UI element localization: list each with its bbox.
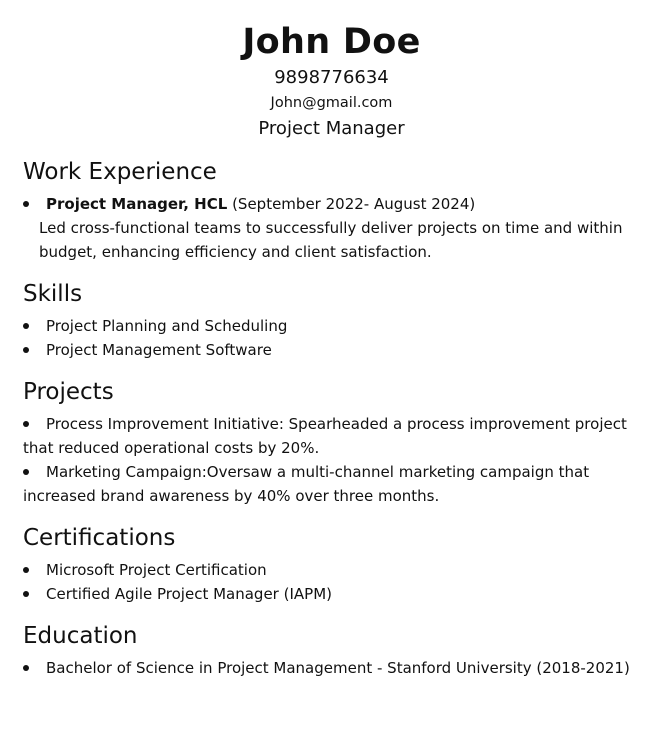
- education-list: Bachelor of Science in Project Managemen…: [23, 656, 646, 680]
- work-experience-section: Work Experience Project Manager, HCL (Se…: [23, 156, 646, 264]
- section-title-education: Education: [23, 623, 138, 649]
- skills-list: Project Planning and Scheduling Project …: [23, 314, 646, 362]
- skill-label: Project Management Software: [46, 341, 272, 359]
- certification-item: Microsoft Project Certification: [23, 558, 646, 582]
- project-description: Marketing Campaign:Oversaw a multi-chann…: [23, 463, 590, 505]
- section-title-projects: Projects: [23, 379, 114, 405]
- certification-item: Certified Agile Project Manager (IAPM): [23, 582, 646, 606]
- bullet-icon: [23, 421, 29, 427]
- bullet-icon: [23, 347, 29, 353]
- certifications-section: Certifications Microsoft Project Certifi…: [23, 522, 646, 606]
- education-label: Bachelor of Science in Project Managemen…: [46, 659, 630, 677]
- work-experience-list: Project Manager, HCL (September 2022- Au…: [23, 192, 646, 216]
- project-item: Marketing Campaign:Oversaw a multi-chann…: [23, 460, 628, 508]
- skill-item: Project Management Software: [23, 338, 646, 362]
- bullet-icon: [23, 665, 29, 671]
- bullet-icon: [23, 323, 29, 329]
- section-title-certifications: Certifications: [23, 525, 176, 551]
- projects-list: Process Improvement Initiative: Spearhea…: [23, 412, 628, 508]
- skill-label: Project Planning and Scheduling: [46, 317, 288, 335]
- section-title-skills: Skills: [23, 281, 83, 307]
- section-title-work-experience: Work Experience: [23, 159, 217, 185]
- resume-header: John Doe 9898776634 John@gmail.com Proje…: [0, 0, 620, 142]
- email-address: John@gmail.com: [270, 95, 393, 111]
- education-item: Bachelor of Science in Project Managemen…: [23, 656, 646, 680]
- certification-label: Certified Agile Project Manager (IAPM): [46, 585, 332, 603]
- certification-label: Microsoft Project Certification: [46, 561, 267, 579]
- bullet-icon: [23, 567, 29, 573]
- resume-page: John Doe 9898776634 John@gmail.com Proje…: [0, 0, 646, 756]
- job-description: Led cross-functional teams to successful…: [39, 219, 623, 261]
- job-dates: (September 2022- August 2024): [232, 195, 476, 213]
- project-description: Process Improvement Initiative: Spearhea…: [23, 415, 627, 457]
- education-section: Education Bachelor of Science in Project…: [23, 620, 646, 680]
- bullet-icon: [23, 469, 29, 475]
- job-position: Project Manager, HCL: [46, 195, 228, 213]
- bullet-icon: [23, 201, 29, 207]
- work-experience-item: Project Manager, HCL (September 2022- Au…: [23, 192, 646, 216]
- skill-item: Project Planning and Scheduling: [23, 314, 646, 338]
- skills-section: Skills Project Planning and Scheduling P…: [23, 278, 646, 362]
- certifications-list: Microsoft Project Certification Certifie…: [23, 558, 646, 606]
- bullet-icon: [23, 591, 29, 597]
- job-role: Project Manager: [258, 118, 405, 139]
- candidate-name: John Doe: [242, 22, 421, 62]
- project-item: Process Improvement Initiative: Spearhea…: [23, 412, 628, 460]
- projects-section: Projects Process Improvement Initiative:…: [23, 376, 646, 508]
- phone-number: 9898776634: [274, 67, 389, 88]
